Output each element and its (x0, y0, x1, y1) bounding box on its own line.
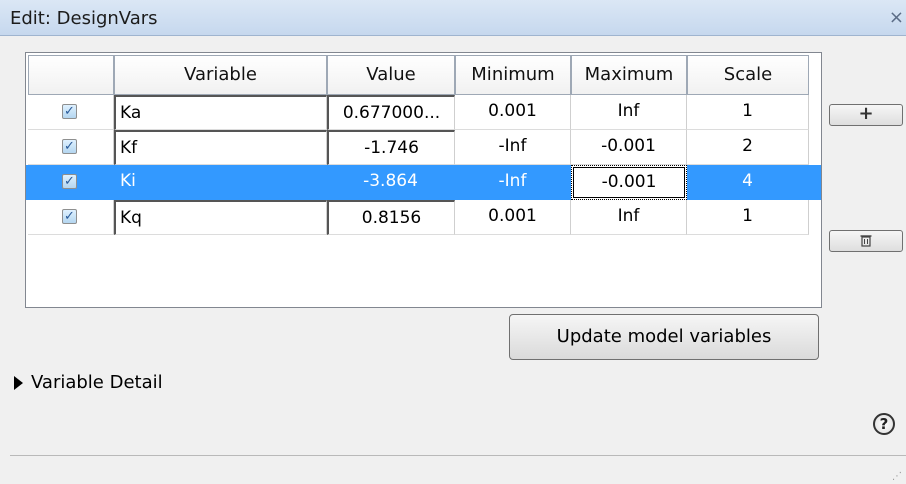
table-row-selected[interactable]: ✓ Ki -3.864 -Inf -0.001 4 (26, 165, 821, 200)
scale-cell[interactable]: 4 (687, 165, 809, 200)
table-row[interactable]: ✓ Kq 0.8156 0.001 Inf 1 (26, 200, 821, 235)
window-title: Edit: DesignVars (10, 8, 158, 29)
triangle-right-icon (14, 376, 23, 390)
variable-detail-label: Variable Detail (31, 372, 163, 393)
row-checkbox[interactable]: ✓ (62, 104, 77, 119)
variable-detail-expander[interactable]: Variable Detail (14, 372, 163, 393)
status-divider (10, 455, 906, 456)
maximum-cell[interactable]: Inf (571, 95, 687, 130)
maximum-cell[interactable]: -0.001 (571, 165, 687, 200)
minimum-cell[interactable]: -Inf (455, 165, 571, 200)
design-vars-table: Variable Value Minimum Maximum Scale ✓ K… (25, 52, 822, 308)
scale-cell[interactable]: 2 (687, 130, 809, 165)
value-cell[interactable]: 0.8156 (327, 200, 455, 235)
maximum-cell[interactable]: -0.001 (571, 130, 687, 165)
value-cell[interactable]: -3.864 (327, 165, 455, 200)
minimum-cell[interactable]: 0.001 (455, 200, 571, 235)
scale-cell[interactable]: 1 (687, 95, 809, 130)
help-icon[interactable]: ? (873, 413, 895, 435)
variable-cell[interactable]: Kf (114, 130, 327, 165)
minimum-cell[interactable]: 0.001 (455, 95, 571, 130)
resize-grip-icon[interactable]: ⋰ (892, 471, 902, 482)
header-checkbox-col (28, 55, 114, 95)
header-maximum[interactable]: Maximum (571, 55, 687, 95)
header-value[interactable]: Value (327, 55, 455, 95)
row-checkbox[interactable]: ✓ (62, 209, 77, 224)
row-checkbox[interactable]: ✓ (62, 139, 77, 154)
title-bar: Edit: DesignVars × (0, 0, 906, 36)
scale-cell[interactable]: 1 (687, 200, 809, 235)
value-cell[interactable]: -1.746 (327, 130, 455, 165)
update-model-variables-button[interactable]: Update model variables (509, 314, 819, 360)
plus-icon: + (858, 103, 874, 124)
add-variable-button[interactable]: + (829, 104, 903, 126)
row-checkbox[interactable]: ✓ (62, 174, 77, 189)
header-variable[interactable]: Variable (114, 55, 327, 95)
close-icon[interactable]: × (889, 7, 904, 28)
variable-cell[interactable]: Kq (114, 200, 327, 235)
variable-cell[interactable]: Ka (114, 95, 327, 130)
delete-variable-button[interactable] (829, 230, 903, 252)
value-cell[interactable]: 0.677000... (327, 95, 455, 130)
variable-cell[interactable]: Ki (114, 165, 327, 200)
maximum-cell[interactable]: Inf (571, 200, 687, 235)
table-row[interactable]: ✓ Ka 0.677000... 0.001 Inf 1 (26, 95, 821, 130)
header-scale[interactable]: Scale (687, 55, 809, 95)
table-row[interactable]: ✓ Kf -1.746 -Inf -0.001 2 (26, 130, 821, 165)
header-minimum[interactable]: Minimum (455, 55, 571, 95)
trash-icon (859, 229, 873, 250)
minimum-cell[interactable]: -Inf (455, 130, 571, 165)
